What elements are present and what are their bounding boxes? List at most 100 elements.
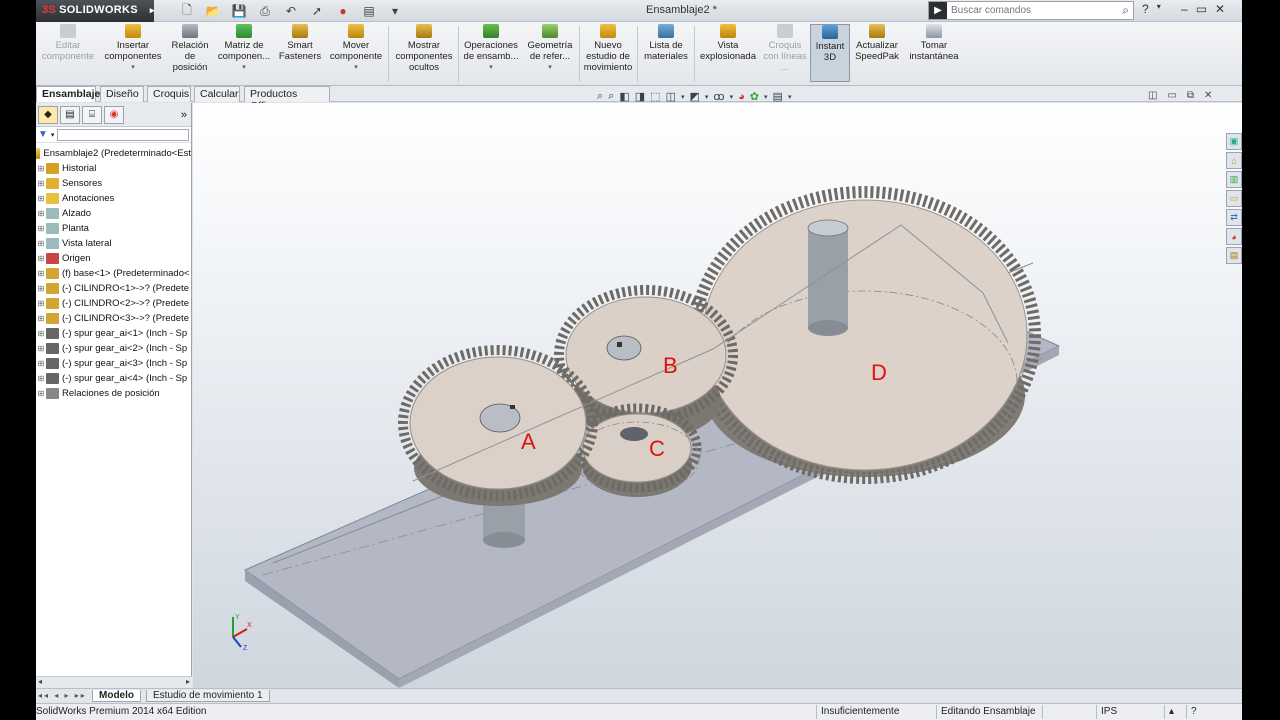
minimize-icon[interactable]: –: [1181, 2, 1188, 16]
print-icon[interactable]: ⎙: [254, 2, 276, 20]
tab-scroll-arrows-icon[interactable]: ◂◂ ◂ ▸ ▸▸: [38, 691, 87, 700]
previous-view-icon[interactable]: ◧: [619, 90, 629, 103]
show-hidden-components-button[interactable]: Mostrar componentes ocultos: [392, 24, 456, 73]
viewport-close-icon[interactable]: ✕: [1204, 90, 1212, 101]
design-library-icon[interactable]: ▥: [1226, 171, 1242, 188]
tree-item[interactable]: ⊞ (f) base<1> (Predeterminado<: [36, 266, 191, 281]
close-icon[interactable]: ✕: [1215, 2, 1225, 16]
appearances-icon[interactable]: ◕: [1226, 228, 1242, 245]
home-icon[interactable]: ⌂: [1226, 152, 1242, 169]
expand-toggle-icon[interactable]: ⊞: [36, 344, 46, 353]
hide-show-items-icon[interactable]: ꝏ: [713, 90, 724, 103]
view-orientation-icon[interactable]: ◫: [666, 90, 676, 103]
edit-component-button[interactable]: Editar componente: [38, 24, 98, 62]
mate-button[interactable]: Relación de posición: [166, 24, 214, 73]
tab-ensamblaje[interactable]: Ensamblaje: [36, 86, 100, 102]
expand-toggle-icon[interactable]: ⊞: [36, 164, 46, 173]
feature-tree-tab-icon[interactable]: ◆: [38, 105, 58, 124]
save-icon[interactable]: 💾: [228, 2, 250, 20]
status-units-menu-icon[interactable]: ▴: [1164, 705, 1182, 719]
tab-productos-office[interactable]: Productos Office: [244, 86, 330, 112]
dynamic-annotation-icon[interactable]: ⬚: [650, 90, 660, 103]
tree-item[interactable]: ⊞ Vista lateral: [36, 236, 191, 251]
display-manager-tab-icon[interactable]: ◉: [104, 105, 124, 124]
tree-item[interactable]: ⊞ Historial: [36, 161, 191, 176]
exploded-view-button[interactable]: Vista explosionada: [696, 24, 760, 62]
expand-toggle-icon[interactable]: ⊞: [36, 254, 46, 263]
instant-3d-button[interactable]: Instant 3D: [810, 24, 850, 82]
view-settings-icon[interactable]: ▤: [773, 90, 783, 103]
open-folder-icon[interactable]: 📂: [202, 2, 224, 20]
search-input[interactable]: [947, 5, 1097, 16]
maximize-icon[interactable]: ▭: [1196, 2, 1207, 16]
tree-item[interactable]: ⊞ Planta: [36, 221, 191, 236]
panel-horizontal-scrollbar[interactable]: ◂ ▸: [36, 676, 192, 688]
expand-toggle-icon[interactable]: ⊞: [36, 239, 46, 248]
tree-item[interactable]: ⊞ (-) spur gear_ai<1> (Inch - Sp: [36, 326, 191, 341]
scroll-right-icon[interactable]: ▸: [186, 677, 190, 686]
expand-toggle-icon[interactable]: ⊞: [36, 374, 46, 383]
expand-toggle-icon[interactable]: ⊞: [36, 284, 46, 293]
expand-toggle-icon[interactable]: ⊞: [36, 299, 46, 308]
tree-root-assembly[interactable]: Ensamblaje2 (Predeterminado<Est: [36, 146, 191, 161]
component-pattern-button[interactable]: Matriz de componen... ▾: [216, 24, 272, 73]
search-commands-box[interactable]: ▶ ⌕: [928, 1, 1134, 20]
gear-d[interactable]: [689, 186, 1041, 484]
tab-croquis[interactable]: Croquis: [147, 86, 191, 102]
custom-properties-icon[interactable]: ▤: [1226, 247, 1242, 264]
file-explorer-icon[interactable]: ▭: [1226, 190, 1242, 207]
filter-icon[interactable]: ▼: [38, 129, 48, 140]
filter-input[interactable]: [57, 128, 189, 141]
tree-item[interactable]: ⊞ (-) spur gear_ai<4> (Inch - Sp: [36, 371, 191, 386]
property-manager-tab-icon[interactable]: ▤: [60, 105, 80, 124]
expand-toggle-icon[interactable]: ⊞: [36, 389, 46, 398]
assembly-features-button[interactable]: Operaciones de ensamb... ▾: [462, 24, 520, 73]
smart-fasteners-button[interactable]: Smart Fasteners: [276, 24, 324, 62]
tab-estudio-movimiento[interactable]: Estudio de movimiento 1: [146, 690, 270, 702]
status-units[interactable]: IPS: [1096, 705, 1154, 719]
rebuild-icon[interactable]: ●: [332, 2, 354, 20]
viewport-minimize-icon[interactable]: ▭: [1167, 90, 1176, 101]
tab-calcular[interactable]: Calcular: [194, 86, 240, 102]
assembly-model[interactable]: [193, 103, 1242, 688]
update-speedpak-button[interactable]: Actualizar SpeedPak: [852, 24, 902, 62]
options-icon[interactable]: ▾: [384, 2, 406, 20]
section-view-icon[interactable]: ◨: [635, 90, 645, 103]
solidworks-logo[interactable]: 3S SOLIDWORKS ▸: [36, 0, 154, 22]
expand-toggle-icon[interactable]: ⊞: [36, 359, 46, 368]
expand-toggle-icon[interactable]: ⊞: [36, 209, 46, 218]
explode-line-sketch-button[interactable]: Croquis con líneas ...: [762, 24, 808, 73]
reference-geometry-button[interactable]: Geometría de refer... ▾: [524, 24, 576, 73]
configuration-manager-tab-icon[interactable]: ⌸: [82, 105, 102, 124]
viewport-maximize-icon[interactable]: ⧉: [1187, 90, 1194, 101]
expand-toggle-icon[interactable]: ⊞: [36, 329, 46, 338]
zoom-to-fit-icon[interactable]: ⌕: [597, 90, 603, 103]
status-help-icon[interactable]: ?: [1186, 705, 1204, 719]
scroll-left-icon[interactable]: ◂: [38, 677, 42, 686]
expand-panel-icon[interactable]: »: [181, 109, 187, 121]
expand-toggle-icon[interactable]: ⊞: [36, 194, 46, 203]
expand-toggle-icon[interactable]: ⊞: [36, 314, 46, 323]
tree-item[interactable]: ⊞ Alzado: [36, 206, 191, 221]
tree-item[interactable]: ⊞ (-) CILINDRO<1>->? (Predete: [36, 281, 191, 296]
zoom-to-area-icon[interactable]: ⌕: [608, 90, 614, 103]
tab-modelo[interactable]: Modelo: [92, 690, 141, 702]
display-style-icon[interactable]: ◩: [689, 90, 699, 103]
tab-diseno[interactable]: Diseño: [100, 86, 144, 102]
new-motion-study-button[interactable]: Nuevo estudio de movimiento: [582, 24, 634, 73]
expand-toggle-icon[interactable]: ⊞: [36, 179, 46, 188]
help-question-icon[interactable]: ?: [1142, 2, 1149, 16]
tree-item[interactable]: ⊞ (-) CILINDRO<3>->? (Predete: [36, 311, 191, 326]
move-component-button[interactable]: Mover componente ▾: [326, 24, 386, 73]
expand-toggle-icon[interactable]: ⊞: [36, 224, 46, 233]
view-palette-icon[interactable]: ⇄: [1226, 209, 1242, 226]
file-properties-icon[interactable]: ▤: [358, 2, 380, 20]
take-snapshot-button[interactable]: Tomar instantánea: [904, 24, 964, 62]
undo-icon[interactable]: ↶: [280, 2, 302, 20]
tree-item[interactable]: ⊞ Sensores: [36, 176, 191, 191]
graphics-area[interactable]: A B C D Y X Z ▣ ⌂ ▥ ▭ ⇄ ◕ ▤: [193, 103, 1242, 688]
solidworks-resources-icon[interactable]: ▣: [1226, 133, 1242, 150]
viewport-restore-left-icon[interactable]: ◫: [1148, 90, 1157, 101]
search-icon[interactable]: ⌕: [1122, 3, 1129, 18]
tree-item[interactable]: ⊞ (-) CILINDRO<2>->? (Predete: [36, 296, 191, 311]
